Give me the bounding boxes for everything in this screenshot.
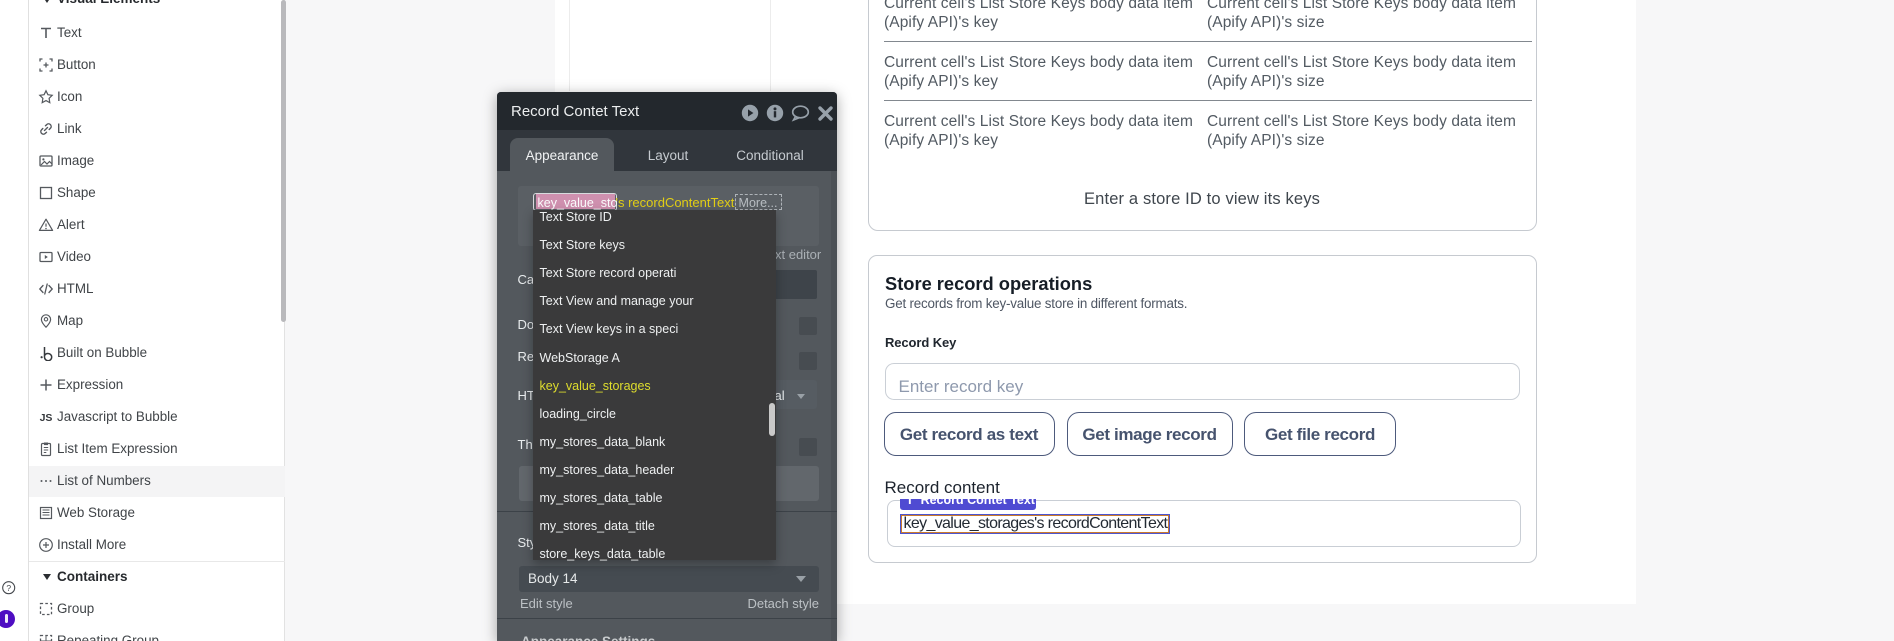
svg-text:?: ? — [6, 583, 11, 593]
svg-text:JS: JS — [40, 412, 53, 424]
